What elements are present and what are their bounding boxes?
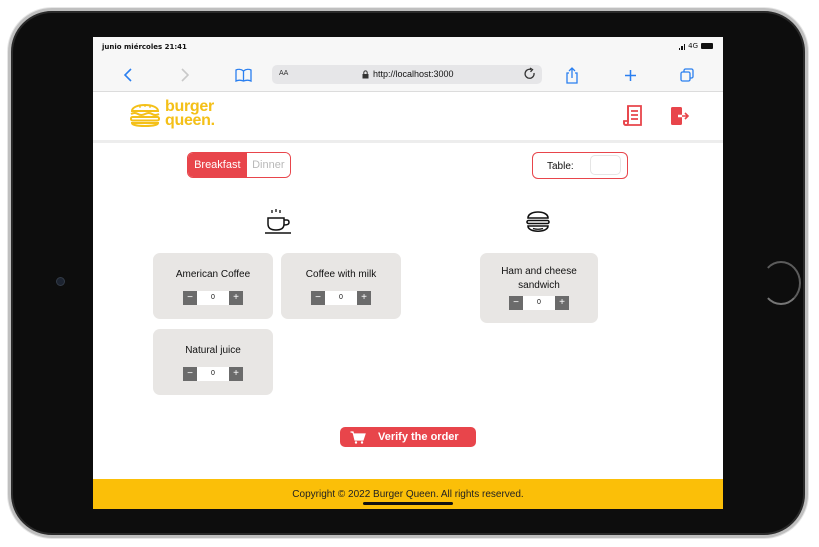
breakfast-tab[interactable]: Breakfast — [188, 153, 247, 177]
brand-name: burger queen. — [165, 99, 215, 129]
table-label: Table: — [547, 161, 574, 172]
product-card: Coffee with milk − 0 + — [281, 253, 401, 319]
decrease-button[interactable]: − — [311, 291, 325, 305]
bookmarks-icon[interactable] — [234, 66, 252, 84]
reload-icon[interactable] — [524, 67, 536, 83]
url-text: http://localhost:3000 — [373, 69, 454, 79]
camera — [56, 277, 65, 286]
burger-logo-icon — [130, 104, 160, 127]
decrease-button[interactable]: − — [183, 367, 197, 381]
status-bar: junio miércoles 21:41 4G — [93, 37, 723, 59]
table-selector: Table: — [532, 152, 628, 179]
increase-button[interactable]: + — [555, 296, 569, 310]
quantity-stepper: − 0 + — [183, 291, 243, 305]
quantity-value[interactable]: 0 — [197, 291, 229, 305]
table-number-input[interactable] — [590, 155, 621, 175]
forward-icon[interactable] — [176, 66, 194, 84]
browser-toolbar: AA http://localhost:3000 — [93, 59, 723, 92]
battery-icon — [701, 43, 713, 49]
screen: junio miércoles 21:41 4G AA http://local… — [93, 37, 723, 509]
coffee-cup-icon — [263, 207, 293, 237]
new-tab-icon[interactable] — [621, 66, 639, 84]
dinner-tab[interactable]: Dinner — [246, 153, 290, 177]
home-indicator[interactable] — [363, 502, 453, 505]
url-display[interactable]: http://localhost:3000 — [362, 69, 454, 79]
logo-line-2: queen. — [165, 112, 215, 129]
increase-button[interactable]: + — [357, 291, 371, 305]
address-bar[interactable]: AA http://localhost:3000 — [272, 65, 542, 84]
product-name: Coffee with milk — [305, 269, 377, 280]
lock-icon — [362, 69, 369, 78]
orders-list-icon[interactable] — [623, 105, 643, 127]
increase-button[interactable]: + — [229, 367, 243, 381]
quantity-stepper: − 0 + — [183, 367, 243, 381]
decrease-button[interactable]: − — [509, 296, 523, 310]
product-card: Ham and cheese sandwich − 0 + — [480, 253, 598, 323]
product-card: Natural juice − 0 + — [153, 329, 273, 395]
reader-aa-button[interactable]: AA — [279, 70, 288, 77]
burger-icon — [523, 207, 553, 237]
app-header: burger queen. — [93, 92, 723, 143]
quantity-value[interactable]: 0 — [523, 296, 555, 310]
product-name: American Coffee — [175, 269, 251, 280]
cart-icon — [350, 430, 366, 444]
status-indicators: 4G — [678, 42, 713, 50]
share-icon[interactable] — [563, 66, 581, 84]
home-button[interactable] — [761, 261, 801, 305]
signal-icon — [678, 43, 686, 50]
quantity-stepper: − 0 + — [509, 296, 569, 310]
quantity-value[interactable]: 0 — [197, 367, 229, 381]
logout-icon[interactable] — [670, 105, 690, 127]
decrease-button[interactable]: − — [183, 291, 197, 305]
quantity-value[interactable]: 0 — [325, 291, 357, 305]
product-name: Ham and cheese sandwich — [501, 266, 577, 291]
copyright-text: Copyright © 2022 Burger Queen. All right… — [292, 488, 524, 500]
verify-order-button[interactable]: Verify the order — [340, 427, 476, 447]
brand-logo[interactable]: burger queen. — [129, 99, 215, 129]
network-label: 4G — [688, 42, 698, 50]
tabs-icon[interactable] — [678, 66, 696, 84]
status-time: junio miércoles 21:41 — [102, 43, 187, 51]
product-name: Natural juice — [185, 345, 241, 356]
verify-order-label: Verify the order — [378, 431, 459, 443]
back-icon[interactable] — [119, 66, 137, 84]
quantity-stepper: − 0 + — [311, 291, 371, 305]
product-card: American Coffee − 0 + — [153, 253, 273, 319]
meal-toggle: Breakfast Dinner — [187, 152, 291, 178]
increase-button[interactable]: + — [229, 291, 243, 305]
